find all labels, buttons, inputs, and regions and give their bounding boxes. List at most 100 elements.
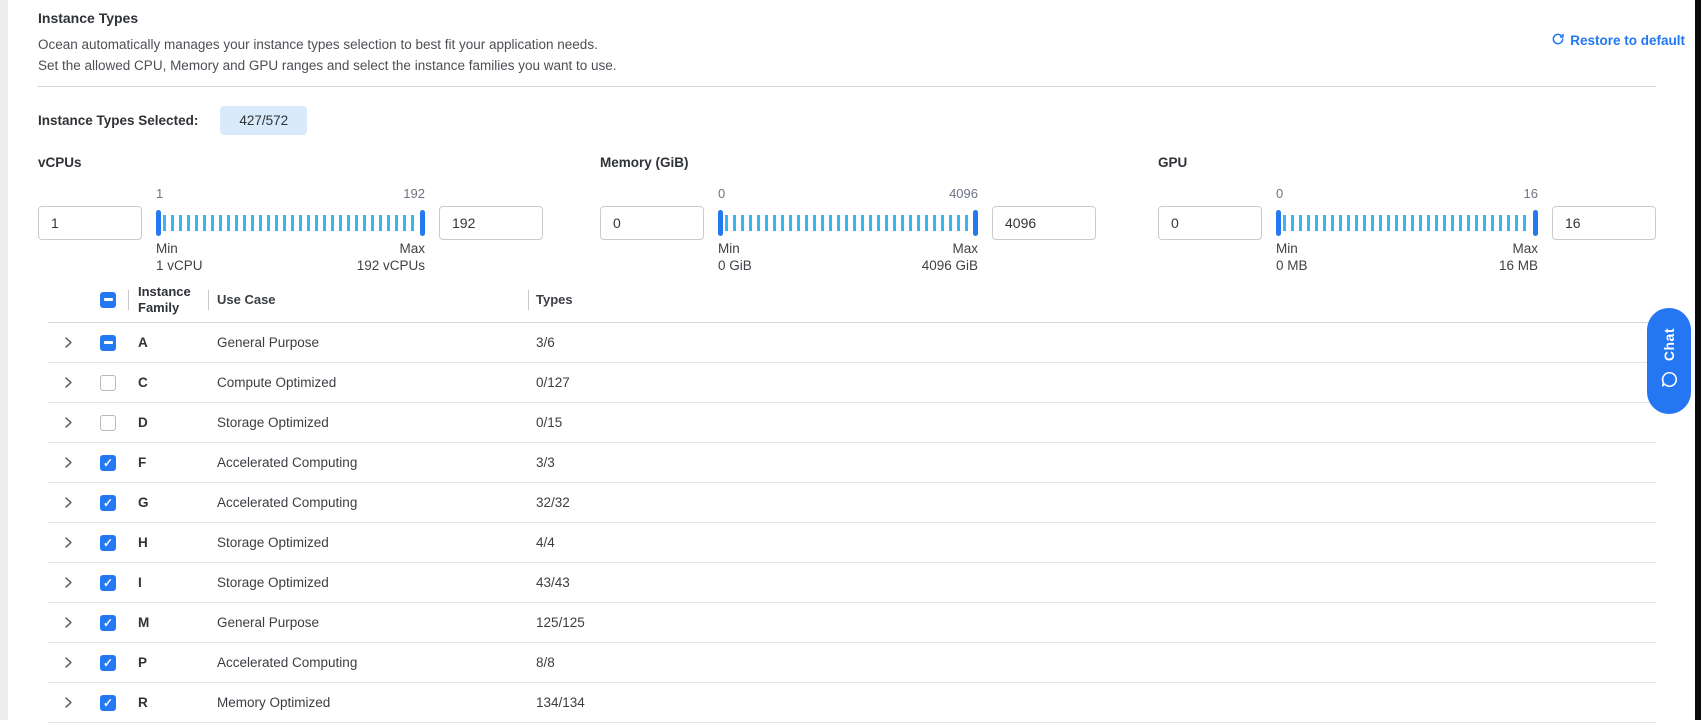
instance-family-value: F: [128, 455, 208, 470]
memory-slider-track[interactable]: [718, 206, 978, 240]
memory-range-max-label: 4096: [949, 186, 978, 206]
expand-row-button[interactable]: [48, 336, 88, 349]
types-count-value: 125/125: [528, 615, 1656, 630]
vcpus-min-handle[interactable]: [156, 210, 161, 236]
gpu-max-input[interactable]: [1552, 206, 1656, 240]
expand-row-button[interactable]: [48, 616, 88, 629]
table-row: R Memory Optimized 134/134: [48, 683, 1656, 723]
description-line-2: Set the allowed CPU, Memory and GPU rang…: [38, 55, 1656, 76]
instance-types-selected-label: Instance Types Selected:: [38, 113, 198, 128]
gpu-range-min-label: 0: [1276, 186, 1283, 206]
instance-family-value: G: [128, 495, 208, 510]
vcpus-label: vCPUs: [38, 155, 543, 172]
instance-family-table: Instance Family Use Case Types A General…: [48, 277, 1656, 723]
types-count-value: 3/3: [528, 455, 1656, 470]
chat-button-label: Chat: [1661, 328, 1677, 361]
vcpus-max-input[interactable]: [439, 206, 543, 240]
page-right-edge-strip: [1695, 0, 1701, 720]
header-divider: [38, 86, 1656, 87]
expand-row-button[interactable]: [48, 416, 88, 429]
memory-min-unit: 0 GiB: [718, 258, 752, 273]
use-case-value: General Purpose: [208, 615, 528, 630]
expand-row-button[interactable]: [48, 576, 88, 589]
gpu-min-unit: 0 MB: [1276, 258, 1308, 273]
gpu-min-caption: Min: [1276, 241, 1298, 256]
table-row: A General Purpose 3/6: [48, 323, 1656, 363]
range-sliders-section: vCPUs 1 192 Min Max: [38, 155, 1656, 273]
gpu-slider-track[interactable]: [1276, 206, 1538, 240]
vcpus-max-handle[interactable]: [420, 210, 425, 236]
row-checkbox[interactable]: [100, 375, 116, 391]
expand-row-button[interactable]: [48, 376, 88, 389]
types-count-value: 32/32: [528, 495, 1656, 510]
use-case-value: Compute Optimized: [208, 375, 528, 390]
description-line-1: Ocean automatically manages your instanc…: [38, 34, 1656, 55]
vcpus-slider-track[interactable]: [156, 206, 425, 240]
vcpus-min-caption: Min: [156, 241, 178, 256]
gpu-slider-group: GPU 0 16 Min Max: [1158, 155, 1656, 273]
row-checkbox[interactable]: [100, 455, 116, 471]
table-row: M General Purpose 125/125: [48, 603, 1656, 643]
row-checkbox[interactable]: [100, 695, 116, 711]
vcpus-range-min-label: 1: [156, 186, 163, 206]
select-all-checkbox[interactable]: [100, 292, 116, 308]
memory-max-handle[interactable]: [973, 210, 978, 236]
gpu-max-handle[interactable]: [1533, 210, 1538, 236]
column-header-instance-family: Instance Family: [128, 277, 208, 322]
memory-min-handle[interactable]: [718, 210, 723, 236]
types-count-value: 0/15: [528, 415, 1656, 430]
use-case-value: General Purpose: [208, 335, 528, 350]
instance-family-value: R: [128, 695, 208, 710]
instance-family-value: I: [128, 575, 208, 590]
gpu-min-input[interactable]: [1158, 206, 1262, 240]
table-header-row: Instance Family Use Case Types: [48, 277, 1656, 323]
use-case-value: Storage Optimized: [208, 535, 528, 550]
row-checkbox[interactable]: [100, 615, 116, 631]
expand-row-button[interactable]: [48, 536, 88, 549]
memory-max-input[interactable]: [992, 206, 1096, 240]
chat-bubble-icon: [1660, 370, 1679, 394]
instance-family-value: H: [128, 535, 208, 550]
page-title: Instance Types: [38, 0, 1656, 26]
types-count-value: 3/6: [528, 335, 1656, 350]
row-checkbox[interactable]: [100, 415, 116, 431]
expand-row-button[interactable]: [48, 456, 88, 469]
row-checkbox[interactable]: [100, 655, 116, 671]
expand-row-button[interactable]: [48, 656, 88, 669]
table-row: D Storage Optimized 0/15: [48, 403, 1656, 443]
memory-max-caption: Max: [952, 241, 978, 256]
gpu-max-unit: 16 MB: [1499, 258, 1538, 273]
types-count-value: 43/43: [528, 575, 1656, 590]
vcpus-max-caption: Max: [399, 241, 425, 256]
table-row: F Accelerated Computing 3/3: [48, 443, 1656, 483]
memory-min-input[interactable]: [600, 206, 704, 240]
instance-family-value: M: [128, 615, 208, 630]
memory-slider-group: Memory (GiB) 0 4096 Min Max: [600, 155, 1096, 273]
row-checkbox[interactable]: [100, 575, 116, 591]
expand-row-button[interactable]: [48, 496, 88, 509]
instance-family-value: P: [128, 655, 208, 670]
instance-types-selected-badge: 427/572: [220, 106, 307, 135]
types-count-value: 0/127: [528, 375, 1656, 390]
memory-min-caption: Min: [718, 241, 740, 256]
expand-row-button[interactable]: [48, 696, 88, 709]
gpu-min-handle[interactable]: [1276, 210, 1281, 236]
row-checkbox[interactable]: [100, 535, 116, 551]
instance-family-value: D: [128, 415, 208, 430]
use-case-value: Accelerated Computing: [208, 655, 528, 670]
memory-slider-ticks: [725, 215, 971, 231]
instance-family-value: C: [128, 375, 208, 390]
chat-button[interactable]: Chat: [1647, 308, 1691, 414]
row-checkbox[interactable]: [100, 335, 116, 351]
table-row: P Accelerated Computing 8/8: [48, 643, 1656, 683]
instance-family-value: A: [128, 335, 208, 350]
column-header-types: Types: [528, 277, 1656, 322]
vcpus-min-input[interactable]: [38, 206, 142, 240]
page-left-gutter: [0, 0, 8, 720]
memory-range-min-label: 0: [718, 186, 725, 206]
memory-label: Memory (GiB): [600, 155, 1096, 172]
gpu-range-max-label: 16: [1524, 186, 1538, 206]
gpu-max-caption: Max: [1512, 241, 1538, 256]
row-checkbox[interactable]: [100, 495, 116, 511]
table-row: G Accelerated Computing 32/32: [48, 483, 1656, 523]
